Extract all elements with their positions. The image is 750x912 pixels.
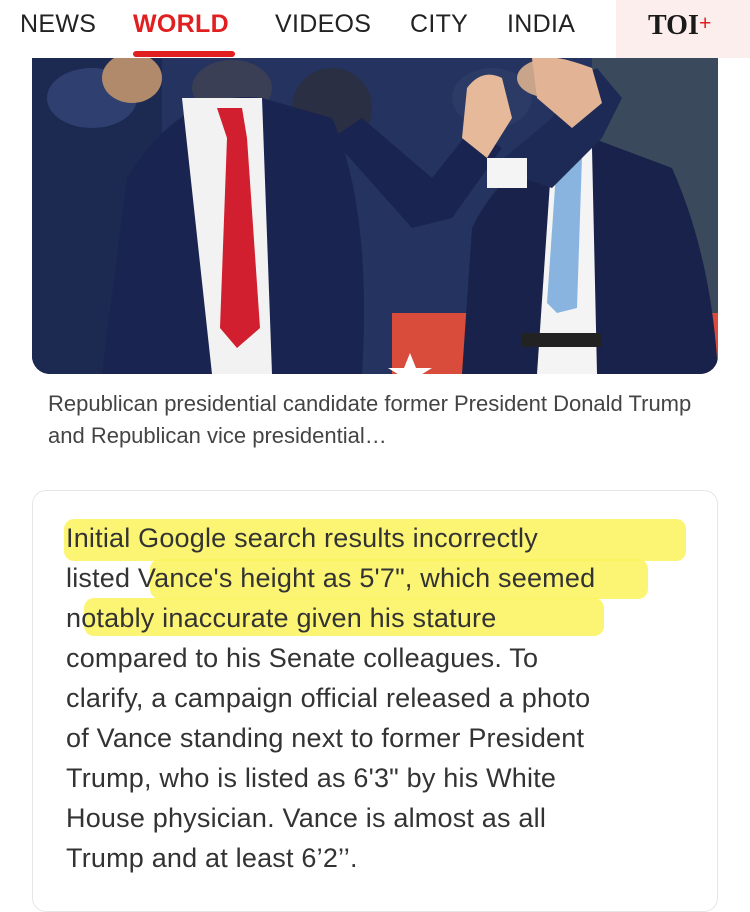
nav-tab-news[interactable]: NEWS <box>20 10 96 39</box>
toi-plus-button[interactable]: TOI+ <box>616 0 750 58</box>
article-line: Trump, who is listed as 6'3" by his Whit… <box>66 763 557 793</box>
active-tab-indicator <box>133 51 235 57</box>
toi-logo: TOI+ <box>648 10 712 41</box>
article-line: of Vance standing next to former Preside… <box>66 723 585 753</box>
article-photo[interactable] <box>32 58 718 374</box>
plus-icon: + <box>698 10 712 35</box>
article-line: notably inaccurate given his stature <box>66 603 497 633</box>
article-line: House physician. Vance is almost as all <box>66 803 547 833</box>
article-line: clarify, a campaign official released a … <box>66 683 591 713</box>
photo-caption: Republican presidential candidate former… <box>48 391 692 448</box>
article-line: compared to his Senate colleagues. To <box>66 643 539 673</box>
article-line: Trump and at least 6’2’’. <box>66 843 358 873</box>
article-line: Initial Google search results incorrectl… <box>66 523 538 553</box>
article-body: Initial Google search results incorrectl… <box>66 518 706 878</box>
article-line: listed Vance's height as 5'7", which see… <box>66 563 596 593</box>
nav-tab-india[interactable]: INDIA <box>507 10 575 39</box>
nav-tab-city[interactable]: CITY <box>410 10 468 39</box>
nav-tab-world[interactable]: WORLD <box>133 10 229 39</box>
nav-tab-videos[interactable]: VIDEOS <box>275 10 371 39</box>
top-nav: NEWS WORLD VIDEOS CITY INDIA TOI+ <box>0 0 750 58</box>
